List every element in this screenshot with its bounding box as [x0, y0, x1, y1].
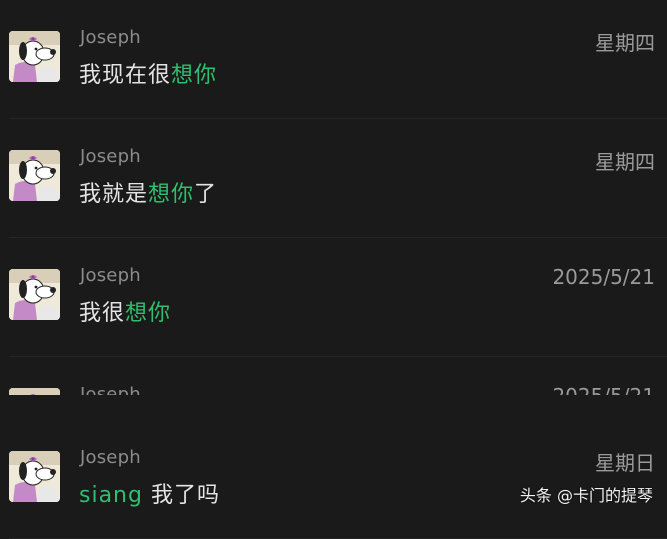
- message-timestamp: 星期四: [595, 31, 655, 55]
- message-text-after: 了: [194, 182, 218, 207]
- snoopy-avatar-icon[interactable]: [9, 269, 60, 320]
- message-preview: 我现在很想你: [79, 57, 217, 89]
- message-text-before: 我很: [79, 301, 126, 326]
- search-keyword-highlight: 想你: [125, 301, 172, 326]
- snoopy-avatar-icon[interactable]: [9, 388, 60, 395]
- contact-name: Joseph: [80, 27, 141, 48]
- snoopy-avatar-icon[interactable]: [9, 451, 60, 502]
- message-preview: siang 我了吗: [79, 477, 220, 509]
- snoopy-avatar-icon[interactable]: [9, 150, 60, 201]
- message-timestamp: 2025/5/21: [552, 384, 655, 395]
- message-timestamp: 2025/5/21: [552, 265, 655, 289]
- watermark: 头条 @卡门的提琴: [519, 486, 653, 505]
- message-preview: 我就是想你了: [79, 176, 217, 208]
- contact-name: Joseph: [80, 447, 141, 468]
- search-keyword-highlight: 想你: [148, 182, 195, 207]
- contact-name: Joseph: [80, 265, 141, 286]
- search-result-item[interactable]: Joseph我也很想你2025/5/21: [0, 357, 667, 395]
- message-text-before: 我现在很: [79, 63, 172, 88]
- search-result-item[interactable]: Joseph 我很想你 2025/5/21: [0, 238, 667, 357]
- search-keyword-highlight: siang: [79, 483, 143, 508]
- message-preview: 我很想你: [79, 295, 171, 327]
- search-result-item[interactable]: Joseph 我就是想你了 星期四: [0, 119, 667, 238]
- snoopy-avatar-icon[interactable]: [9, 31, 60, 82]
- contact-name: Joseph: [80, 146, 141, 167]
- message-timestamp: 星期四: [595, 150, 655, 174]
- message-text-before: 我就是: [79, 182, 149, 207]
- message-timestamp: 星期日: [595, 451, 655, 475]
- search-result-item[interactable]: Joseph siang 我了吗 星期日: [0, 420, 667, 539]
- message-text-after: 我了吗: [142, 483, 220, 508]
- search-result-item[interactable]: Joseph 我现在很想你 星期四: [0, 0, 667, 119]
- contact-name: Joseph: [80, 384, 141, 395]
- search-keyword-highlight: 想你: [171, 63, 218, 88]
